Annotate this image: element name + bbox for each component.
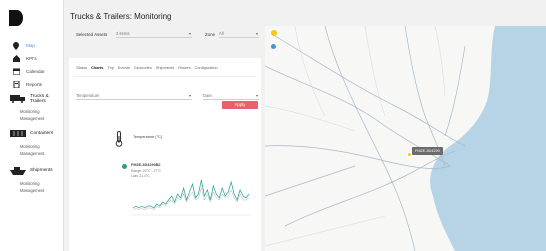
- tab-charts[interactable]: Charts: [91, 65, 103, 73]
- calendar-icon: [12, 68, 20, 76]
- nav-calendar[interactable]: Calendar: [0, 66, 64, 77]
- group-shipments-label: Shipments: [30, 168, 53, 173]
- map-status-dot-yellow[interactable]: [271, 30, 277, 36]
- home-icon: [12, 55, 20, 63]
- group-shipments-header[interactable]: Shipments: [0, 165, 64, 176]
- tab-configuration[interactable]: Configuration: [195, 65, 218, 73]
- date-select-value: Date: [203, 93, 212, 98]
- map-canvas: [265, 26, 546, 251]
- tab-divider: [74, 76, 256, 77]
- nav-calendar-label: Calendar: [26, 69, 45, 74]
- nav-reports-label: Reports: [26, 82, 43, 87]
- selected-assets-select[interactable]: 2 items ▾: [116, 30, 192, 38]
- metric-label: Temperature (°C): [133, 135, 163, 139]
- zone-value: All: [219, 31, 224, 36]
- ship-icon: [10, 166, 26, 175]
- sidebar: Map KPI's Calendar Reports Trucks & Trai…: [0, 0, 64, 251]
- selected-assets-label: Selected Assets: [76, 32, 108, 37]
- nav-kpis[interactable]: KPI's: [0, 53, 64, 64]
- group-shipments: Shipments Monitoring Management: [0, 165, 64, 194]
- nav-map-label: Map: [26, 43, 35, 48]
- chart-series-line-1: [132, 187, 250, 211]
- tab-shipments[interactable]: Shipments: [156, 65, 174, 73]
- group-containers: Containers Monitoring Management: [0, 128, 64, 157]
- group-containers-header[interactable]: Containers: [0, 128, 64, 139]
- apply-button[interactable]: Apply: [222, 101, 258, 109]
- selected-assets-value: 2 items: [116, 31, 130, 36]
- tab-routes[interactable]: Routes: [178, 65, 190, 73]
- temperature-chart: [131, 179, 251, 216]
- app-root: Map KPI's Calendar Reports Trucks & Trai…: [0, 0, 546, 251]
- panel-tabs: Status Charts Trip Events Geonodes Shipm…: [76, 65, 218, 73]
- pin-icon: [12, 41, 20, 50]
- series-dot: [122, 164, 127, 169]
- map-status-dot-blue[interactable]: [271, 44, 276, 49]
- group-trucks-header[interactable]: Trucks & Trailers: [0, 93, 64, 104]
- map-view[interactable]: [265, 26, 546, 251]
- zone-label: Zone: [205, 32, 216, 37]
- thermometer-icon: [115, 131, 123, 147]
- chevron-down-icon: ▾: [255, 93, 258, 98]
- app-logo[interactable]: [9, 10, 23, 26]
- tab-trip[interactable]: Trip: [107, 65, 114, 73]
- details-panel: Status Charts Trip Events Geonodes Shipm…: [69, 58, 261, 251]
- map-marker-label: FM2E-3D4290: [412, 147, 443, 155]
- reports-icon: [12, 81, 20, 89]
- nav-kpis-label: KPI's: [26, 56, 37, 61]
- sensor-select[interactable]: Temperature ▾: [76, 92, 192, 100]
- device-name: FM2E-3D4290B2: [131, 163, 161, 167]
- group-trucks-label: Trucks & Trailers: [30, 93, 49, 104]
- trucks-management-link[interactable]: Management: [0, 116, 64, 123]
- truck-icon: [10, 94, 26, 103]
- container-icon: [10, 129, 26, 138]
- nav-map[interactable]: Map: [0, 40, 64, 51]
- shipments-management-link[interactable]: Management: [0, 188, 64, 195]
- tab-status[interactable]: Status: [76, 65, 87, 73]
- containers-management-link[interactable]: Management: [0, 151, 64, 158]
- chevron-down-icon: ▾: [255, 31, 258, 36]
- group-containers-label: Containers: [30, 131, 54, 136]
- page-title: Trucks & Trailers: Monitoring: [70, 12, 172, 21]
- nav-reports[interactable]: Reports: [0, 79, 64, 90]
- tab-geonodes[interactable]: Geonodes: [134, 65, 152, 73]
- tab-events[interactable]: Events: [118, 65, 130, 73]
- zone-select[interactable]: All ▾: [219, 30, 259, 38]
- filter-row: Selected Assets 2 items ▾ Zone All ▾: [76, 30, 262, 40]
- group-trucks: Trucks & Trailers Monitoring Management: [0, 93, 64, 122]
- sensor-select-value: Temperature: [76, 93, 100, 98]
- chevron-down-icon: ▾: [188, 31, 191, 36]
- chevron-down-icon: ▾: [188, 93, 191, 98]
- date-select[interactable]: Date ▾: [203, 92, 259, 100]
